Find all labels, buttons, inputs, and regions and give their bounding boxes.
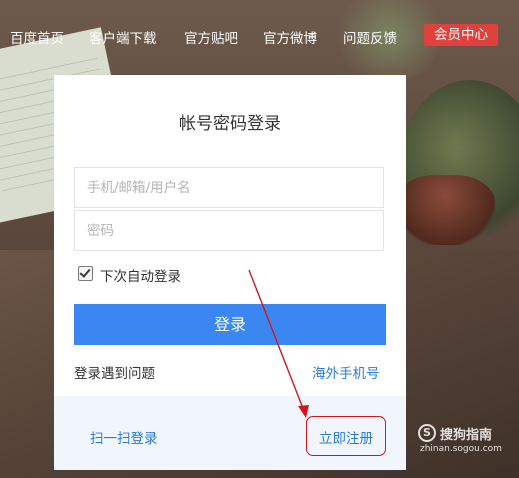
- nav-official-tieba[interactable]: 官方贴吧: [184, 27, 238, 47]
- remember-label: 下次自动登录: [100, 269, 181, 285]
- member-center-button[interactable]: 会员中心: [424, 24, 498, 46]
- nav-baidu-home[interactable]: 百度首页: [10, 27, 64, 47]
- nav-official-weibo[interactable]: 官方微博: [263, 27, 317, 47]
- sogou-logo-icon: S: [418, 424, 436, 442]
- password-field: [74, 210, 384, 251]
- nav-feedback[interactable]: 问题反馈: [343, 27, 397, 47]
- password-input[interactable]: [75, 211, 367, 250]
- background-pot: [395, 175, 495, 245]
- username-field: [74, 167, 384, 208]
- login-problem-link[interactable]: 登录遇到问题: [74, 362, 155, 382]
- watermark-text: 搜狗指南: [440, 428, 493, 443]
- login-button[interactable]: 登录: [74, 304, 386, 345]
- register-highlight-ring: [306, 416, 386, 456]
- checkmark-icon: [79, 266, 91, 278]
- watermark-url: zhinan.sogou.com: [420, 444, 502, 454]
- remember-checkbox[interactable]: [78, 266, 93, 281]
- overseas-phone-link[interactable]: 海外手机号: [312, 362, 380, 382]
- login-title: 帐号密码登录: [179, 114, 281, 134]
- top-nav: 百度首页 客户端下载 官方贴吧 官方微博 问题反馈 会员中心: [0, 22, 519, 48]
- login-card: 帐号密码登录 下次自动登录 登录 登录遇到问题 海外手机号 扫一扫登录 立即注册: [54, 75, 406, 470]
- scan-login-link[interactable]: 扫一扫登录: [90, 427, 158, 447]
- nav-client-download[interactable]: 客户端下载: [89, 27, 157, 47]
- username-input[interactable]: [75, 168, 367, 207]
